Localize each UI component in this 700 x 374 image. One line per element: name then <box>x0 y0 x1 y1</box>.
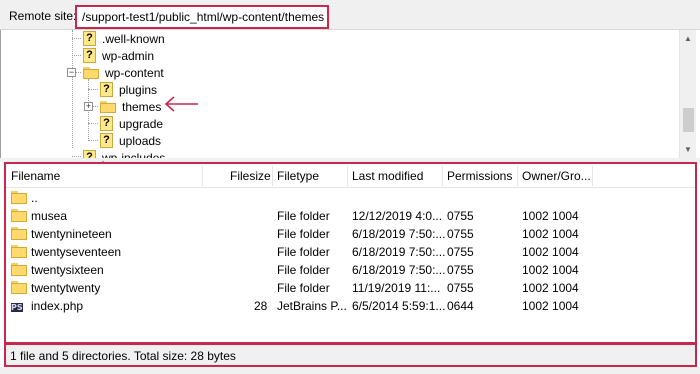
column-header-filetype[interactable]: Filetype <box>277 169 319 183</box>
file-modified: 11/19/2019 11:... <box>352 281 441 295</box>
question-folder-icon: ? <box>100 82 113 97</box>
status-bar: 1 file and 5 directories. Total size: 28… <box>4 343 697 367</box>
file-permissions: 0755 <box>447 281 474 295</box>
tree-item-label: wp-includes <box>102 150 166 159</box>
file-owner: 1002 1004 <box>522 299 579 313</box>
column-header-owner-group[interactable]: Owner/Gro... <box>522 169 591 183</box>
table-row[interactable]: musea File folder 12/12/2019 4:0... 0755… <box>6 207 695 225</box>
file-type: JetBrains P... <box>277 299 347 313</box>
file-type: File folder <box>277 263 330 277</box>
file-name: musea <box>31 209 68 223</box>
file-name: twentytwenty <box>31 281 101 295</box>
remote-site-bar: Remote site: /support-test1/public_html/… <box>0 0 700 30</box>
tree-item-label: plugins <box>119 82 158 97</box>
file-owner: 1002 1004 <box>522 227 579 241</box>
tree-item-well-known[interactable]: ? .well-known <box>83 30 165 47</box>
table-row[interactable]: twentynineteen File folder 6/18/2019 7:5… <box>6 225 695 243</box>
file-permissions: 0755 <box>447 227 474 241</box>
bottom-strip <box>0 367 700 374</box>
folder-icon <box>83 66 99 79</box>
question-folder-icon: ? <box>83 31 96 46</box>
tree-item-label: .well-known <box>102 31 165 46</box>
question-folder-icon: ? <box>100 133 113 148</box>
file-type: File folder <box>277 209 330 223</box>
file-permissions: 0644 <box>447 299 474 313</box>
table-row[interactable]: .. <box>6 189 695 207</box>
annotation-arrow-icon <box>164 96 198 112</box>
list-header: Filename Filesize Filetype Last modified… <box>6 164 695 188</box>
tree-item-label: themes <box>122 99 162 114</box>
file-name: twentysixteen <box>31 263 104 277</box>
file-permissions: 0755 <box>447 263 474 277</box>
table-row[interactable]: twentytwenty File folder 11/19/2019 11:.… <box>6 279 695 297</box>
phpstorm-icon: PS <box>11 303 23 312</box>
tree-item-label: upgrade <box>119 116 164 131</box>
scroll-down-icon[interactable]: ▼ <box>684 145 692 154</box>
file-modified: 6/18/2019 7:50:... <box>352 245 446 259</box>
tree-item-themes[interactable]: themes <box>100 98 161 115</box>
file-owner: 1002 1004 <box>522 209 579 223</box>
tree-item-uploads[interactable]: ? uploads <box>100 132 161 149</box>
file-name: twentynineteen <box>31 227 112 241</box>
file-modified: 12/12/2019 4:0... <box>352 209 443 223</box>
tree-item-plugins[interactable]: ? plugins <box>100 81 157 98</box>
table-row[interactable]: PS index.php 28 JetBrains P... 6/5/2014 … <box>6 297 695 315</box>
tree-scrollbar[interactable]: ▲ ▼ <box>679 30 696 158</box>
file-name: twentyseventeen <box>31 245 122 259</box>
file-modified: 6/18/2019 7:50:... <box>352 227 446 241</box>
file-owner: 1002 1004 <box>522 281 579 295</box>
remote-site-label: Remote site: <box>9 9 77 23</box>
remote-directory-tree[interactable]: ? .well-known ? wp-admin − wp-content ? … <box>0 30 700 158</box>
file-owner: 1002 1004 <box>522 245 579 259</box>
remote-site-path[interactable]: /support-test1/public_html/wp-content/th… <box>82 10 324 24</box>
file-size: 28 <box>254 299 268 313</box>
question-folder-icon: ? <box>83 150 96 158</box>
tree-item-upgrade[interactable]: ? upgrade <box>100 115 163 132</box>
file-type: File folder <box>277 281 330 295</box>
file-modified: 6/18/2019 7:50:... <box>352 263 446 277</box>
file-name: .. <box>31 191 38 205</box>
tree-item-label: wp-content <box>105 65 164 80</box>
file-type: File folder <box>277 227 330 241</box>
file-name: index.php <box>31 299 84 313</box>
file-type: File folder <box>277 245 330 259</box>
column-header-permissions[interactable]: Permissions <box>447 169 512 183</box>
remote-file-list[interactable]: Filename Filesize Filetype Last modified… <box>4 162 697 344</box>
column-header-filesize[interactable]: Filesize <box>230 169 271 183</box>
expand-toggle[interactable]: + <box>84 102 93 111</box>
scrollbar-thumb[interactable] <box>683 108 694 132</box>
file-permissions: 0755 <box>447 209 474 223</box>
remote-site-input[interactable]: /support-test1/public_html/wp-content/th… <box>75 5 329 29</box>
table-row[interactable]: twentysixteen File folder 6/18/2019 7:50… <box>6 261 695 279</box>
tree-item-wp-content[interactable]: wp-content <box>83 64 164 81</box>
file-modified: 6/5/2014 5:59:1... <box>352 299 446 313</box>
question-folder-icon: ? <box>83 48 96 63</box>
tree-item-label: uploads <box>119 133 162 148</box>
question-folder-icon: ? <box>100 116 113 131</box>
tree-item-label: wp-admin <box>102 48 155 63</box>
column-header-filename[interactable]: Filename <box>11 169 60 183</box>
tree-item-wp-admin[interactable]: ? wp-admin <box>83 47 154 64</box>
status-text: 1 file and 5 directories. Total size: 28… <box>10 349 236 363</box>
folder-icon <box>100 100 116 113</box>
column-header-last-modified[interactable]: Last modified <box>352 169 423 183</box>
file-permissions: 0755 <box>447 245 474 259</box>
scroll-up-icon[interactable]: ▲ <box>684 34 692 43</box>
table-row[interactable]: twentyseventeen File folder 6/18/2019 7:… <box>6 243 695 261</box>
file-owner: 1002 1004 <box>522 263 579 277</box>
tree-item-wp-includes[interactable]: ? wp-includes <box>83 149 165 158</box>
collapse-toggle[interactable]: − <box>67 68 76 77</box>
